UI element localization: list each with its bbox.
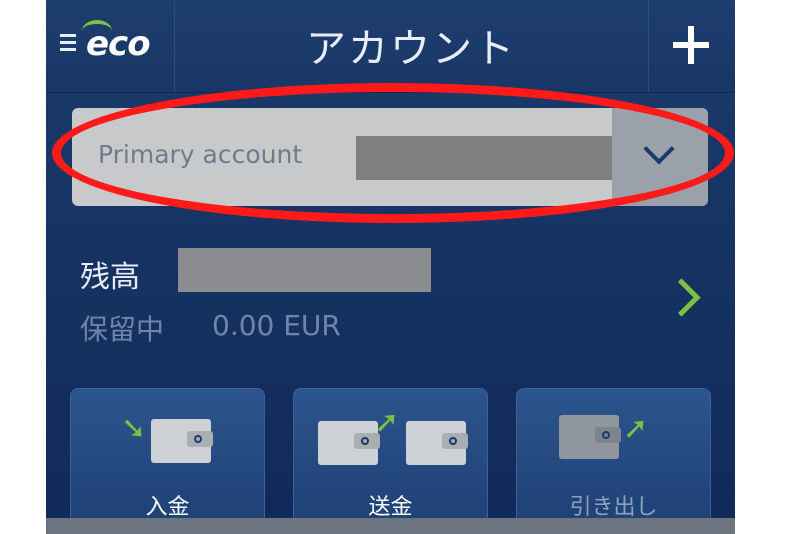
app-header: eco アカウント: [46, 0, 735, 93]
page-title: アカウント: [306, 26, 516, 72]
redacted-balance: [178, 248, 431, 292]
pending-value: 0.00 EUR: [212, 309, 341, 342]
chevron-right-icon[interactable]: [662, 278, 701, 317]
eco-logo: eco: [86, 24, 151, 64]
deposit-label: 入金: [145, 495, 190, 520]
add-account-button[interactable]: [648, 0, 735, 92]
bottom-bar: [46, 518, 735, 534]
pending-label: 保留中: [80, 313, 165, 346]
withdraw-button[interactable]: ➚ 引き出し: [516, 388, 711, 530]
withdraw-label: 引き出し: [569, 495, 658, 520]
balance-label: 残高: [80, 260, 140, 295]
app-screen: eco アカウント Primary account 残高 保留中 0.00 EU…: [46, 0, 735, 534]
red-highlight-ellipse: [52, 83, 734, 223]
deposit-button[interactable]: ➘ 入金: [70, 388, 265, 530]
transfer-button[interactable]: ➚ 送金: [293, 388, 488, 530]
transfer-label: 送金: [368, 495, 413, 520]
hamburger-icon: [60, 34, 76, 52]
menu-button[interactable]: eco: [46, 0, 175, 92]
